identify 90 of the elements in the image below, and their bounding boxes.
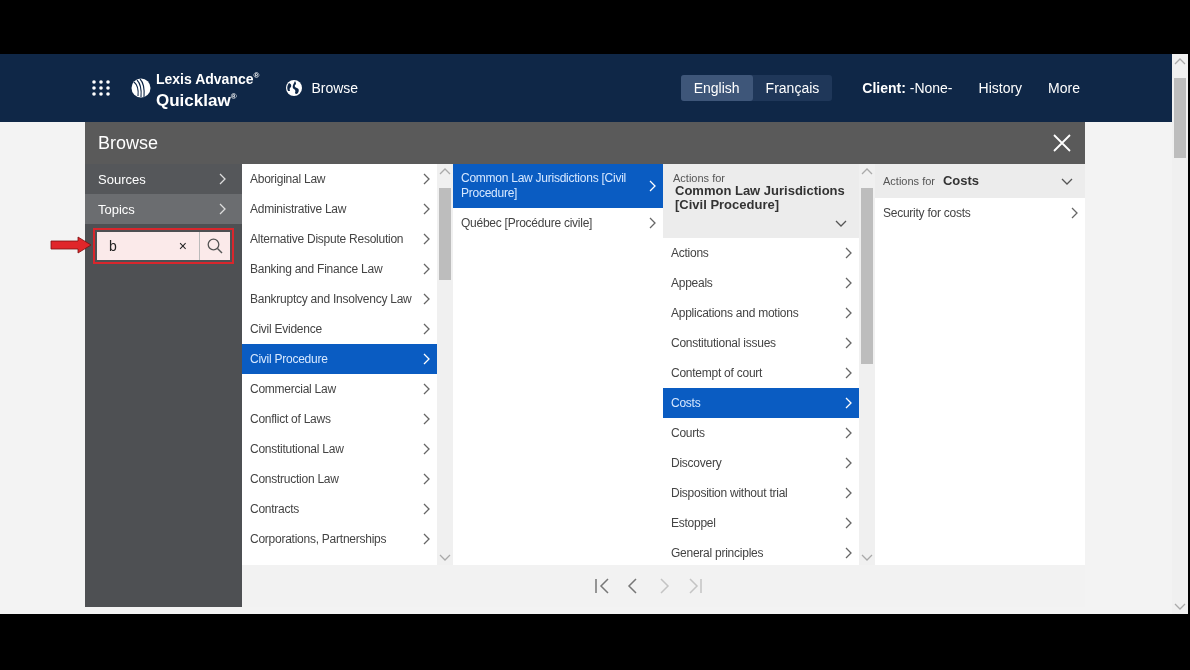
chevron-right-icon [844,367,853,379]
list-item[interactable]: Civil Procedure [242,344,437,374]
chevron-right-icon [844,277,853,289]
list-item[interactable]: General principles [663,538,859,565]
nav-link[interactable]: More [1048,80,1080,96]
chevron-right-icon [422,473,431,485]
chevron-right-icon [844,427,853,439]
scroll-thumb[interactable] [1174,78,1186,158]
chevron-right-icon [422,203,431,215]
chevron-right-icon [422,323,431,335]
list-item[interactable]: Constitutional Law [242,434,437,464]
scrollbar[interactable] [1172,54,1188,614]
column-header[interactable]: Actions for Costs [875,164,1085,198]
chevron-right-icon [844,397,853,409]
scroll-down-icon [439,553,451,562]
list-item[interactable]: Contracts [242,494,437,524]
column-header[interactable]: Actions for Common Law Jurisdictions [Civil Procedure] [663,164,859,238]
nav-item[interactable]: Sources [85,164,242,194]
chevron-down-icon [835,219,847,228]
chevron-right-icon [844,547,853,559]
close-icon[interactable] [1053,134,1071,152]
list-item[interactable]: Administrative Law [242,194,437,224]
chevron-right-icon [422,353,431,365]
list-item[interactable]: Common Law Jurisdictions [Civil Procedure] [453,164,663,208]
list-item[interactable]: Appeals [663,268,859,298]
language-toggle[interactable]: Français [752,75,833,101]
scroll-thumb[interactable] [439,188,451,280]
search-value: b [108,238,118,254]
scroll-thumb[interactable] [861,188,873,364]
chevron-right-icon [422,413,431,425]
list-item[interactable]: Disposition without trial [663,478,859,508]
list-item[interactable]: Aboriginal Law [242,164,437,194]
chevron-right-icon [218,203,227,215]
scroll-down-icon [861,553,873,562]
list-item[interactable]: Security for costs [875,198,1085,228]
chevron-right-icon [422,503,431,515]
logo-icon [130,77,152,99]
nav-item[interactable]: Topics [85,194,242,224]
chevron-right-icon [422,173,431,185]
chevron-right-icon [422,263,431,275]
chevron-right-icon [422,383,431,395]
chevron-right-icon [844,337,853,349]
chevron-right-icon [648,180,657,192]
arrow-icon [50,236,92,254]
scroll-up-icon [861,167,873,176]
chevron-right-icon [844,247,853,259]
chevron-right-icon [1070,207,1079,219]
chevron-right-icon [844,487,853,499]
list-item[interactable]: Actions [663,238,859,268]
chevron-right-icon [422,293,431,305]
chevron-right-icon [422,533,431,545]
chevron-right-icon [844,307,853,319]
list-item[interactable]: Costs [663,388,859,418]
logo-text: Lexis Advance$^{®}$ [156,70,260,88]
nav-link[interactable]: History [978,80,1023,96]
list-item[interactable]: Conflict of Laws [242,404,437,434]
chevron-right-icon [422,233,431,245]
logo-text: Quicklaw$^{®}$ [156,89,238,109]
list-item[interactable]: Construction Law [242,464,437,494]
list-item[interactable]: Bankruptcy and Insolvency Law [242,284,437,314]
globe-icon [285,79,304,97]
chevron-right-icon [422,443,431,455]
list-item[interactable]: Alternative Dispute Resolution [242,224,437,254]
browse-link[interactable]: Browse [311,80,359,96]
list-item[interactable]: Courts [663,418,859,448]
list-item[interactable]: Discovery [663,448,859,478]
client-indicator[interactable]: Client: -None- [862,80,953,96]
chevron-right-icon [844,517,853,529]
list-item[interactable]: Corporations, Partnerships [242,524,437,554]
apps-menu-icon[interactable] [92,80,110,96]
list-item[interactable]: Civil Evidence [242,314,437,344]
list-item[interactable]: Estoppel [663,508,859,538]
dialog-title: Browse [98,132,159,154]
pager-first-icon[interactable] [594,577,610,595]
chevron-right-icon [648,217,657,229]
chevron-right-icon [218,173,227,185]
list-item[interactable]: Constitutional issues [663,328,859,358]
list-item[interactable]: Commercial Law [242,374,437,404]
clear-button[interactable]: × [178,238,199,254]
scroll-up-icon [1174,57,1186,66]
list-item[interactable]: Contempt of court [663,358,859,388]
scroll-down-icon [1174,602,1186,611]
list-item[interactable]: Banking and Finance Law [242,254,437,284]
list-item[interactable]: Québec [Procédure civile] [453,208,663,238]
search-icon [207,238,223,254]
search-field[interactable]: b × [97,232,230,260]
list-item[interactable]: Applications and motions [663,298,859,328]
chevron-right-icon [844,457,853,469]
chevron-down-icon [1061,177,1073,186]
scroll-up-icon [439,167,451,176]
